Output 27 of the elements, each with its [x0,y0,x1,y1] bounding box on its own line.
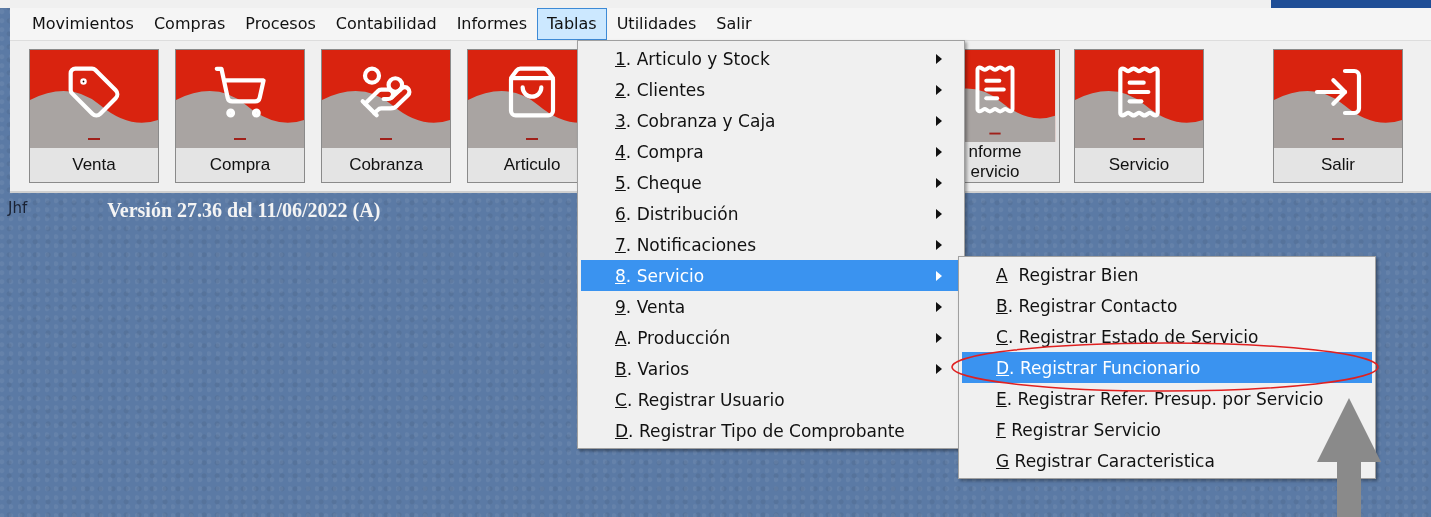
menu-item[interactable]: 9. Venta [581,291,961,322]
user-label: Jhf [8,199,28,217]
menu-item[interactable]: F Registrar Servicio [962,414,1372,445]
toolbar-button[interactable]: Salir [1273,49,1403,183]
menu-item[interactable]: B. Registrar Contacto [962,290,1372,321]
menu-item[interactable]: D. Registrar Tipo de Comprobante [581,415,961,446]
menu-item[interactable]: B. Varios [581,353,961,384]
menu-bar-item[interactable]: Contabilidad [325,8,447,40]
menu-item[interactable]: A. Producción [581,322,961,353]
menu-item[interactable]: 6. Distribución [581,198,961,229]
menu-item[interactable]: E. Registrar Refer. Presup. por Servicio [962,383,1372,414]
menu-bar-item[interactable]: Movimientos [22,8,144,40]
toolbar-button[interactable]: Compra [175,49,305,183]
menu-bar-item[interactable]: Salir [706,8,762,40]
menu-item[interactable]: 7. Notificaciones [581,229,961,260]
menu-item[interactable]: C. Registrar Estado de Servicio [962,321,1372,352]
menu-bar-item[interactable]: Procesos [235,8,326,40]
menu-bar-item[interactable]: Compras [143,8,236,40]
toolbar-button[interactable]: Servicio [1074,49,1204,183]
menu-bar-item[interactable]: Tablas [536,8,607,40]
menu-bar-item[interactable]: Utilidades [606,8,707,40]
toolbar-button[interactable]: Cobranza [321,49,451,183]
menu-item[interactable]: C. Registrar Usuario [581,384,961,415]
menu-bar-item[interactable]: Informes [446,8,537,40]
version-text: Versión 27.36 del 11/06/2022 (A) [107,199,381,222]
menu-item[interactable]: A Registrar Bien [962,259,1372,290]
toolbar-button[interactable]: Venta [29,49,159,183]
